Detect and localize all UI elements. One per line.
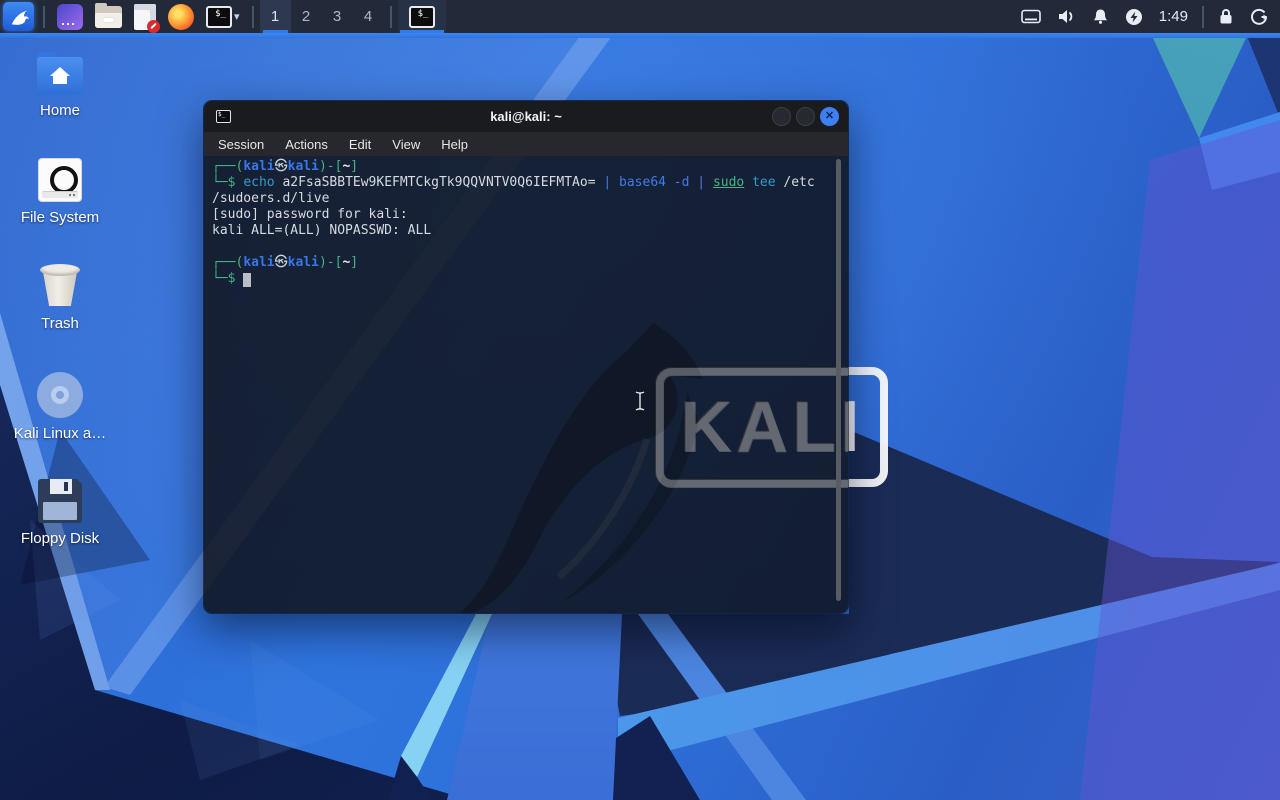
menu-item-session[interactable]: Session — [218, 137, 264, 152]
desktop-icon-label: Home — [40, 102, 80, 119]
maximize-button[interactable] — [796, 107, 815, 126]
desktop-icon-kali-linux[interactable]: Kali Linux a… — [8, 372, 112, 442]
text-editor-icon — [134, 4, 156, 30]
desktop-icon-floppy-disk[interactable]: Floppy Disk — [8, 479, 112, 547]
desktop-icon-label: File System — [21, 209, 99, 226]
file-manager-folder-icon — [95, 6, 122, 28]
panel-separator — [390, 6, 392, 28]
terminal-line: /sudoers.d/live — [212, 191, 832, 207]
launcher-file-manager[interactable] — [89, 0, 128, 33]
terminal-line: └─$ echo a2FsaSBBTEw9KEFMTCkgTk9QQVNTV0Q… — [212, 175, 832, 191]
launcher-text-editor[interactable] — [128, 0, 162, 33]
kali-desktop: { "wallpaper": { "watermark_text": "KALI… — [0, 0, 1280, 800]
floppy-disk-icon — [38, 479, 82, 523]
applications-menu-button[interactable] — [0, 0, 37, 33]
workspace-button-4[interactable]: 4 — [353, 0, 384, 33]
workspace-button-2[interactable]: 2 — [291, 0, 322, 33]
workspace-button-3[interactable]: 3 — [322, 0, 353, 33]
hard-drive-icon — [38, 158, 82, 202]
logout-icon[interactable] — [1242, 0, 1280, 33]
terminal-cursor — [243, 273, 251, 287]
minimize-button[interactable] — [772, 107, 791, 126]
desktop-icon-label: Kali Linux a… — [14, 425, 107, 442]
panel-separator — [252, 6, 254, 28]
top-panel: $_ ▾ 1234 $_ — [0, 0, 1280, 33]
terminal-line: └─$ — [212, 271, 832, 287]
terminal-output: ┌──(kali㉿kali)-[~]└─$ echo a2FsaSBBTEw9K… — [204, 156, 848, 290]
close-button[interactable]: ✕ — [820, 107, 839, 126]
menu-item-help[interactable]: Help — [441, 137, 468, 152]
clock[interactable]: 1:49 — [1151, 0, 1196, 33]
launcher-terminal[interactable]: $_ ▾ — [200, 0, 246, 33]
firefox-icon — [168, 4, 194, 30]
launcher-app-window[interactable] — [51, 0, 89, 33]
wallpaper-facet — [0, 33, 1280, 38]
launcher-firefox[interactable] — [162, 0, 200, 33]
home-folder-icon — [37, 57, 83, 95]
kali-menu-icon — [3, 2, 34, 31]
desktop-icon-label: Trash — [41, 315, 79, 332]
menu-item-actions[interactable]: Actions — [285, 137, 328, 152]
notifications-bell-icon[interactable] — [1084, 0, 1117, 33]
desktop-icon-home[interactable]: Home — [8, 49, 112, 119]
keyboard-layout-tray-icon[interactable] — [1013, 0, 1049, 33]
volume-tray-icon[interactable] — [1049, 0, 1084, 33]
taskbar-window-terminal[interactable]: $_ — [398, 0, 446, 33]
terminal-menubar: Session Actions Edit View Help — [204, 132, 848, 156]
terminal-line: kali ALL=(ALL) NOPASSWD: ALL — [212, 223, 832, 239]
desktop-icon-file-system[interactable]: File System — [8, 158, 112, 226]
desktop-icon-trash[interactable]: Trash — [8, 264, 112, 332]
terminal-line: ┌──(kali㉿kali)-[~] — [212, 159, 832, 175]
power-manager-tray-icon[interactable] — [1117, 0, 1151, 33]
terminal-window-icon: $_ — [216, 110, 231, 123]
terminal-line: ┌──(kali㉿kali)-[~] — [212, 255, 832, 271]
terminal-window-title: kali@kali: ~ — [204, 109, 848, 124]
terminal-task-icon: $_ — [409, 6, 435, 28]
terminal-line: [sudo] password for kali: — [212, 207, 832, 223]
kali-watermark-text: KALI — [681, 420, 850, 436]
terminal-titlebar[interactable]: $_ kali@kali: ~ ✕ — [204, 101, 848, 132]
desktop-icon-label: Floppy Disk — [21, 530, 99, 547]
menu-item-edit[interactable]: Edit — [349, 137, 371, 152]
kali-watermark-dim: KALI — [656, 368, 849, 488]
chevron-down-icon: ▾ — [234, 10, 240, 23]
terminal-window: $_ kali@kali: ~ ✕ Session Actions Edit View… — [203, 100, 849, 614]
menu-item-view[interactable]: View — [392, 137, 420, 152]
lock-screen-icon[interactable] — [1210, 0, 1242, 33]
panel-separator — [1202, 6, 1204, 28]
panel-separator — [43, 6, 45, 28]
terminal-content[interactable]: KALI ┌──(kali㉿kali)-[~]└─$ echo a2FsaSBB… — [204, 156, 848, 613]
terminal-scrollbar[interactable] — [836, 159, 841, 601]
workspace-button-1[interactable]: 1 — [260, 0, 291, 33]
terminal-launcher-icon: $_ — [206, 6, 232, 28]
workspace-switcher: 1234 — [260, 0, 384, 33]
optical-disc-icon — [37, 372, 83, 418]
terminal-line — [212, 239, 832, 255]
purple-window-icon — [57, 4, 83, 30]
trash-can-icon — [40, 264, 80, 308]
